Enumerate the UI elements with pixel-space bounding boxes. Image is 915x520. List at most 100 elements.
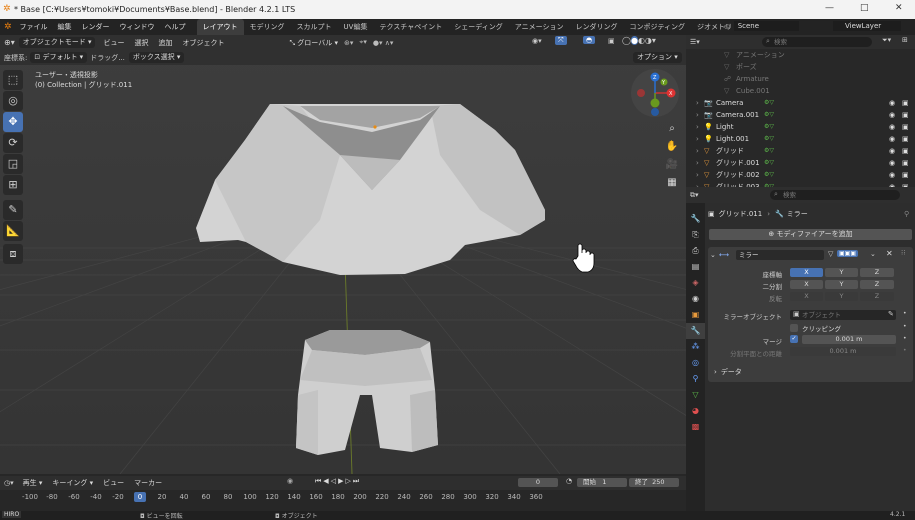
workspace-tab[interactable]: シェーディング (448, 19, 509, 35)
visibility-icon[interactable]: ◉▾ (532, 37, 542, 45)
bisect-distance-field[interactable]: 0.001 m (790, 347, 896, 356)
snap-icon[interactable]: ⌖▾ (359, 38, 366, 47)
measure-tool-icon[interactable]: 📐 (3, 221, 23, 241)
visibility-eye-icon[interactable]: ◉ (889, 121, 895, 133)
visibility-eye-icon[interactable]: ◉ (889, 133, 895, 145)
scene-selector[interactable]: ⛀ Scene (724, 21, 800, 31)
xray-icon[interactable]: ▣ (608, 37, 615, 45)
end-frame-field[interactable]: 終了 250 (629, 478, 679, 487)
editor-type-icon[interactable]: ⊕▾ (0, 38, 19, 47)
menu-item[interactable]: レンダー (77, 19, 115, 35)
data-badge-icon[interactable]: ⚙▽ (764, 133, 774, 145)
axis-x-toggle[interactable]: X (790, 268, 823, 277)
viewlayer-selector[interactable]: ViewLayer (833, 21, 902, 31)
zoom-icon[interactable]: ⌕ (663, 120, 681, 138)
constraints-tab-icon[interactable]: ⚲ (686, 371, 705, 387)
visibility-eye-icon[interactable]: ◉ (889, 169, 895, 181)
playback-controls[interactable]: ⏮◀◁▶▷⏭ (315, 477, 361, 486)
new-collection-icon[interactable]: ⊞ (902, 36, 908, 44)
outliner-editor-icon[interactable]: ☰▾ (686, 38, 704, 46)
overlay-toggle-icon[interactable]: ◓ (583, 36, 596, 44)
remove-modifier-icon[interactable]: ✕ (886, 249, 893, 258)
visibility-eye-icon[interactable]: ◉ (889, 145, 895, 157)
select-menu[interactable]: 選択 (129, 35, 153, 51)
current-frame-field[interactable]: 0 (518, 478, 558, 487)
merge-keyframe-icon[interactable]: • (903, 335, 907, 342)
render-camera-icon[interactable]: ▣ (902, 157, 909, 169)
pan-hand-icon[interactable]: ✋ (663, 138, 681, 156)
timeline-editor-icon[interactable]: ◷▾ (0, 479, 18, 487)
pivot-icon[interactable]: ⊛▾ (344, 39, 353, 47)
output-tab-icon[interactable]: ⎙ (686, 243, 705, 259)
options-dropdown[interactable]: オプション ▾ (633, 52, 682, 63)
flip-y-toggle[interactable]: Y (825, 292, 858, 301)
ortho-grid-icon[interactable]: ▦ (663, 174, 681, 192)
menu-item[interactable]: ヘルプ (160, 19, 191, 35)
view-menu[interactable]: ビュー (98, 35, 129, 51)
bisect-z-toggle[interactable]: Z (860, 280, 894, 289)
add-modifier-button[interactable]: ⊕ モディファイアーを追加 (709, 229, 912, 240)
data-badge-icon[interactable]: ⚙▽ (764, 97, 774, 109)
outliner-row[interactable]: › ▽ グリッド ⚙▽ ◉ ▣ (686, 145, 915, 157)
axis-z-toggle[interactable]: Z (860, 268, 894, 277)
modifier-tab-icon[interactable]: 🔧 (686, 323, 705, 339)
shading-modes[interactable]: ◯●◐◑▾ (622, 36, 656, 45)
outliner-row[interactable]: ▽ アニメーション (686, 49, 915, 61)
mode-dropdown[interactable]: オブジェクトモード ▾ (18, 37, 96, 48)
data-tab-icon[interactable]: ▽ (686, 387, 705, 403)
close-icon[interactable]: ✕ (895, 3, 903, 13)
outliner-search-input[interactable]: 検索 (762, 37, 872, 47)
transform-orientation[interactable]: ⤡ グローバル ▾ (289, 38, 338, 48)
add-menu[interactable]: 追加 (153, 35, 177, 51)
playback-menu[interactable]: 再生 ▾ (18, 475, 48, 491)
outliner-row[interactable]: › ▽ グリッド.002 ⚙▽ ◉ ▣ (686, 169, 915, 181)
scene-tab-icon[interactable]: ◈ (686, 275, 705, 291)
outliner-row[interactable]: › 💡 Light.001 ⚙▽ ◉ ▣ (686, 133, 915, 145)
proportional-icon[interactable]: ●▾ ∧▾ (373, 39, 393, 47)
start-frame-field[interactable]: 開始 1 (577, 478, 627, 487)
modifier-name-field[interactable]: ミラー (736, 250, 824, 260)
expand-chevron-icon[interactable]: › (696, 169, 699, 181)
data-badge-icon[interactable]: ⚙▽ (764, 109, 774, 121)
expand-chevron-icon[interactable]: › (696, 133, 699, 145)
mirror-object-field[interactable]: オブジェクト (790, 310, 896, 320)
menu-item[interactable]: ウィンドウ (115, 19, 160, 35)
workspace-tab[interactable]: テクスチャペイント (373, 19, 448, 35)
properties-editor-icon[interactable]: ⧉▾ (686, 191, 703, 200)
merge-distance-field[interactable]: 0.001 m (802, 335, 896, 344)
outliner-row[interactable]: › ▽ グリッド.001 ⚙▽ ◉ ▣ (686, 157, 915, 169)
workspace-tab[interactable]: UV編集 (338, 19, 374, 35)
edit-mode-icon[interactable]: ▽ (828, 250, 833, 258)
data-subpanel[interactable]: › データ (714, 367, 742, 377)
object-menu[interactable]: オブジェクト (177, 35, 229, 51)
move-tool-icon[interactable]: ✥ (3, 112, 23, 132)
maximize-icon[interactable]: □ (860, 3, 869, 13)
menu-item[interactable]: 編集 (53, 19, 77, 35)
render-camera-icon[interactable]: ▣ (902, 169, 909, 181)
record-icon[interactable]: ◉ (287, 477, 293, 485)
outliner-row[interactable]: › 📷 Camera ⚙▽ ◉ ▣ (686, 97, 915, 109)
data-badge-icon[interactable]: ⚙▽ (764, 157, 774, 169)
clipping-checkbox-box[interactable] (790, 324, 798, 332)
render-camera-icon[interactable]: ▣ (902, 145, 909, 157)
select-mode-dropdown[interactable]: ボックス選択 ▾ (128, 52, 185, 63)
rotate-tool-icon[interactable]: ⟳ (3, 133, 23, 153)
data-badge-icon[interactable]: ⚙▽ (764, 145, 774, 157)
marker-menu[interactable]: マーカー (129, 475, 167, 491)
select-box-tool-icon[interactable]: ⬚ (3, 70, 23, 90)
gizmo-toggle-icon[interactable]: ⤧ (555, 36, 567, 45)
outliner-row[interactable]: ▽ Cube.001 (686, 85, 915, 97)
collapse-chevron-icon[interactable]: ⌄ (710, 251, 716, 259)
visibility-eye-icon[interactable]: ◉ (889, 157, 895, 169)
outliner-row[interactable]: › 💡 Light ⚙▽ ◉ ▣ (686, 121, 915, 133)
merge-checkbox[interactable]: ✓ (790, 335, 798, 343)
cursor-tool-icon[interactable]: ◎ (3, 91, 23, 111)
data-badge-icon[interactable]: ⚙▽ (764, 121, 774, 133)
modifier-dropdown-icon[interactable]: ⌄ (870, 250, 876, 258)
coord-system-dropdown[interactable]: ⊡ デフォルト ▾ (30, 52, 88, 63)
3d-viewport[interactable]: Z X Y ユーザー・透視投影 (0) Collection | グリッド.01… (0, 50, 686, 474)
axis-y-toggle[interactable]: Y (825, 268, 858, 277)
visibility-eye-icon[interactable]: ◉ (889, 109, 895, 121)
object-tab-icon[interactable]: ▣ (686, 307, 705, 323)
render-tab-icon[interactable]: ⎘ (686, 227, 705, 243)
